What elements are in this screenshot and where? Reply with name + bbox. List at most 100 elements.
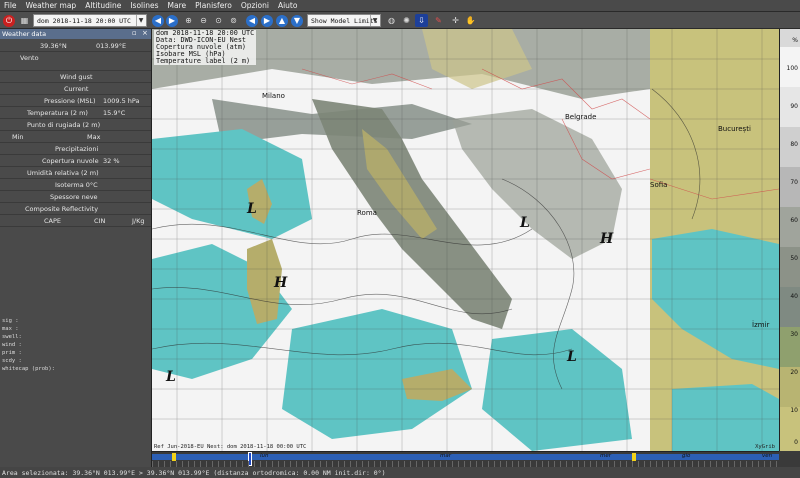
console-line: whitecap (prob): [2,366,55,372]
row-current: Current [0,84,151,95]
low-pressure-corsica: L [247,201,257,217]
neve-label: Spessore neve [50,193,98,201]
city-milano: Milano [262,92,285,100]
legend-label: 60 [790,217,798,224]
legend-label: 100 [786,65,798,72]
menu-planisfero[interactable]: Planisfero [195,1,232,10]
time-slider[interactable]: lun mar mer gio ven [152,451,779,467]
cin-label: CIN [94,217,106,225]
row-cape-cin: CAPE CIN J/Kg [0,216,151,227]
previous-step-icon[interactable]: ◀ [152,14,164,27]
low-pressure-southwest: L [166,369,176,385]
sea-crete [672,384,779,451]
wind-icon[interactable]: ✺ [400,14,413,27]
high-pressure-balkans: H [600,231,614,247]
legend-swatch [780,207,800,247]
isoterma-label: Isoterma 0°C [55,181,98,189]
pressione-label: Pressione (MSL) [44,97,96,105]
rugiada-label: Punto di rugiada (2 m) [27,121,101,129]
zoom-area-icon[interactable]: ⊙ [212,14,225,27]
row-isoterma: Isoterma 0°C [0,180,151,191]
copertura-value: 32 % [103,157,120,165]
pressione-value: 1009.5 hPa [103,97,140,105]
row-coordinates: 39.36°N 013.99°E [0,41,151,52]
menu-bar: File Weather map Altitudine Isolines Mar… [0,0,800,12]
hand-icon[interactable]: ✋ [464,14,477,27]
legend-label: 10 [790,407,798,414]
umidita-label: Umidità relativa (2 m) [27,169,99,177]
console-line: wind : [2,342,22,348]
row-precipitazioni: Precipitazioni [0,144,151,155]
crosshair-icon[interactable]: ✛ [449,14,462,27]
map-footer: Ref Jun-2018-EU Nest: dom 2018-11-18 00:… [154,444,307,450]
temperatura-value: 15.9°C [103,109,126,117]
map-watermark: XyGrib [755,444,775,450]
low-pressure-ionian: L [567,349,577,365]
console-line: swell: [2,334,22,340]
zoom-in-icon[interactable]: ⊕ [182,14,195,27]
legend-swatch [780,167,800,207]
arrow-down-icon[interactable]: ▼ [291,14,303,27]
console-line: sig : [2,318,19,324]
status-bar: Area selezionata: 39.36°N 013.99°E > 39.… [0,467,800,478]
row-neve: Spessore neve [0,192,151,203]
legend-label: 80 [790,141,798,148]
model-limits-select-value: Show Model Limits [311,16,378,25]
pencil-icon[interactable]: ✎ [432,14,445,27]
menu-altitudine[interactable]: Altitudine [85,1,121,10]
menu-isolines[interactable]: Isolines [130,1,158,10]
row-min-max: Min Max [0,132,151,143]
map-header: dom 2018-11-18 20:00 UTC Data: DWD-ICON-… [154,30,257,65]
calendar-icon[interactable]: ▦ [18,14,31,27]
row-temperatura: Temperatura (2 m) 15.9°C [0,108,151,119]
timeline-day-marker [172,453,176,461]
float-panel-icon[interactable]: ▫ [132,29,137,37]
high-pressure-sardinia: H [274,275,288,291]
zoom-all-icon[interactable]: ⊚ [227,14,240,27]
lon-value: 013.99°E [96,42,127,50]
arrow-left-icon[interactable]: ◀ [246,14,258,27]
arrow-right-icon[interactable]: ▶ [261,14,273,27]
zoom-out-icon[interactable]: ⊖ [197,14,210,27]
next-step-icon[interactable]: ▶ [166,14,178,27]
datetime-select[interactable]: dom 2018-11-18 20:00 UTC ▼ [33,14,147,27]
console-line: max : [2,326,19,332]
menu-file[interactable]: File [4,1,17,10]
chevron-down-icon: ▼ [370,15,379,26]
low-pressure-adriatic: L [520,215,530,231]
menu-aiuto[interactable]: Aiuto [278,1,298,10]
precipitazioni-label: Precipitazioni [55,145,99,153]
quit-icon[interactable]: ⏻ [3,14,15,27]
row-vento: Vento [0,53,151,71]
console-line: prim : [2,350,22,356]
weather-data-panel: Weather data ▫ × 39.36°N 013.99°E Vento … [0,29,152,467]
console-line: scdy : [2,358,22,364]
legend-label: 40 [790,293,798,300]
lat-value: 39.36°N [40,42,67,50]
color-legend: % 100 90 80 70 60 50 40 30 20 10 0 [779,29,800,451]
map-canvas [152,29,779,451]
row-copertura: Copertura nuvole 32 % [0,156,151,167]
model-limits-select[interactable]: Show Model Limits ▼ [307,14,381,27]
reflectivity-label: Composite Reflectivity [25,205,99,213]
row-reflectivity: Composite Reflectivity [0,204,151,215]
weather-map[interactable]: dom 2018-11-18 20:00 UTC Data: DWD-ICON-… [152,29,779,451]
menu-mare[interactable]: Mare [168,1,187,10]
menu-weather-map[interactable]: Weather map [26,1,77,10]
day-label-mar: mar [440,453,451,459]
globe-icon[interactable]: ◍ [385,14,398,27]
menu-opzioni[interactable]: Opzioni [241,1,269,10]
close-icon[interactable]: × [142,29,148,37]
wind-gust-label: Wind gust [60,73,93,81]
city-bucuresti: București [718,125,751,133]
legend-swatch [780,247,800,287]
day-label-mer: mer [600,453,612,459]
row-umidita: Umidità relativa (2 m) [0,168,151,179]
legend-label: % [792,37,798,44]
download-icon[interactable]: ⇩ [415,14,428,27]
day-label-lun: lun [260,453,269,459]
legend-label: 20 [790,369,798,376]
arrow-up-icon[interactable]: ▲ [276,14,288,27]
panel-title-bar: Weather data ▫ × [0,29,151,39]
row-wind-gust: Wind gust [0,72,151,83]
